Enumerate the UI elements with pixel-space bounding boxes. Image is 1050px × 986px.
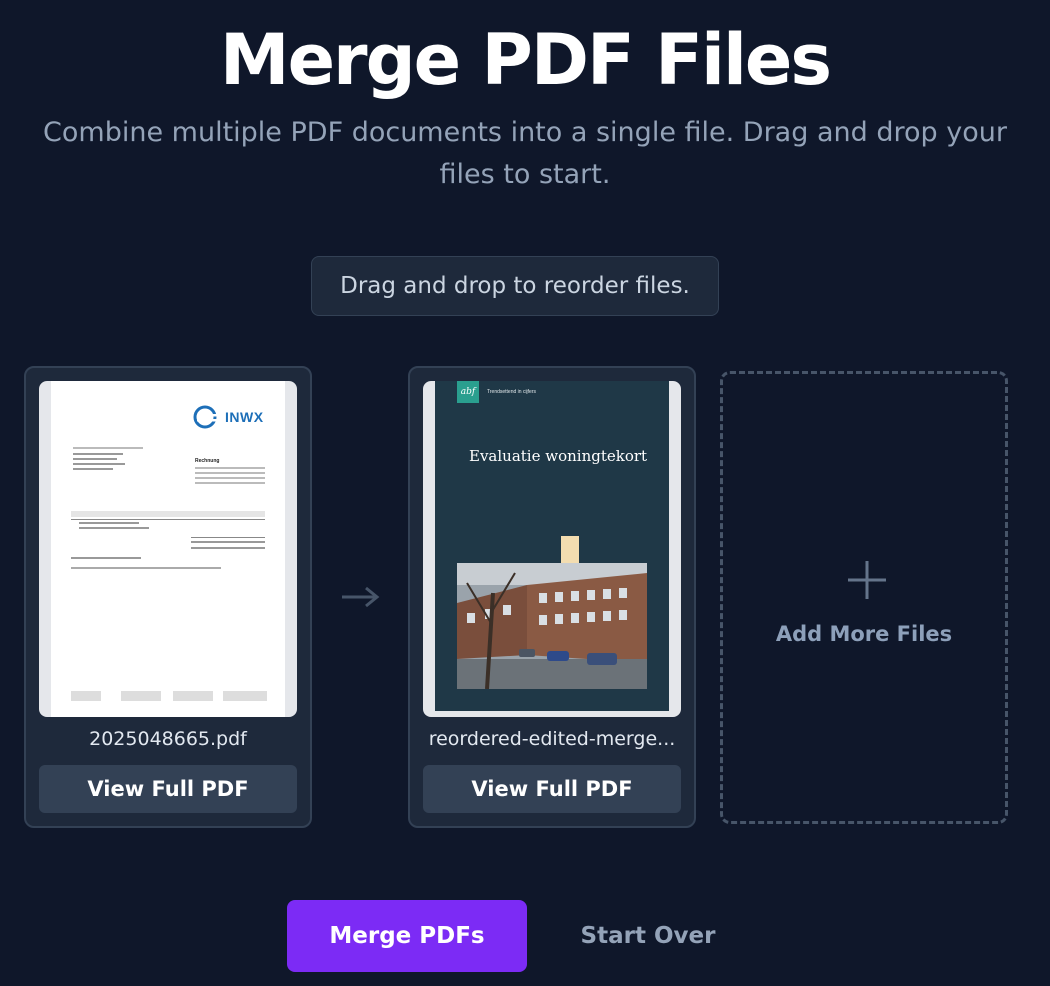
plus-icon — [848, 561, 886, 599]
add-more-files-dropzone[interactable]: Add More Files — [720, 371, 1008, 824]
arrow-right-icon — [342, 586, 380, 608]
inwx-logo-icon — [193, 405, 219, 429]
cover-building-photo — [457, 563, 647, 689]
start-over-button[interactable]: Start Over — [555, 900, 741, 972]
pdf-thumbnail: abf Trendsettend in cijfers Evaluatie wo… — [423, 381, 681, 717]
pdf-thumbnail: INWX Rechnung — [39, 381, 297, 717]
file-card-1[interactable]: INWX Rechnung 2025048665.pdf View Full P… — [24, 366, 312, 828]
merge-pdfs-button[interactable]: Merge PDFs — [287, 900, 527, 972]
cover-title: Evaluatie woningtekort — [469, 447, 648, 465]
file-name: reordered-edited-merge... — [428, 728, 676, 750]
file-card-2[interactable]: abf Trendsettend in cijfers Evaluatie wo… — [408, 366, 696, 828]
page-title: Merge PDF Files — [219, 19, 832, 101]
invoice-heading: Rechnung — [195, 458, 220, 464]
view-full-pdf-button[interactable]: View Full PDF — [39, 765, 297, 813]
report-cover-preview: abf Trendsettend in cijfers Evaluatie wo… — [435, 381, 669, 711]
cover-tagline: Trendsettend in cijfers — [487, 389, 537, 395]
invoice-page-preview: INWX Rechnung — [51, 381, 285, 717]
inwx-logo-text: INWX — [225, 409, 264, 425]
reorder-hint: Drag and drop to reorder files. — [311, 256, 719, 316]
page-subtitle: Combine multiple PDF documents into a si… — [43, 117, 1007, 190]
view-full-pdf-button[interactable]: View Full PDF — [423, 765, 681, 813]
add-more-files-label: Add More Files — [775, 622, 953, 646]
file-name: 2025048665.pdf — [89, 728, 247, 750]
abf-logo-icon: abf — [457, 381, 479, 403]
